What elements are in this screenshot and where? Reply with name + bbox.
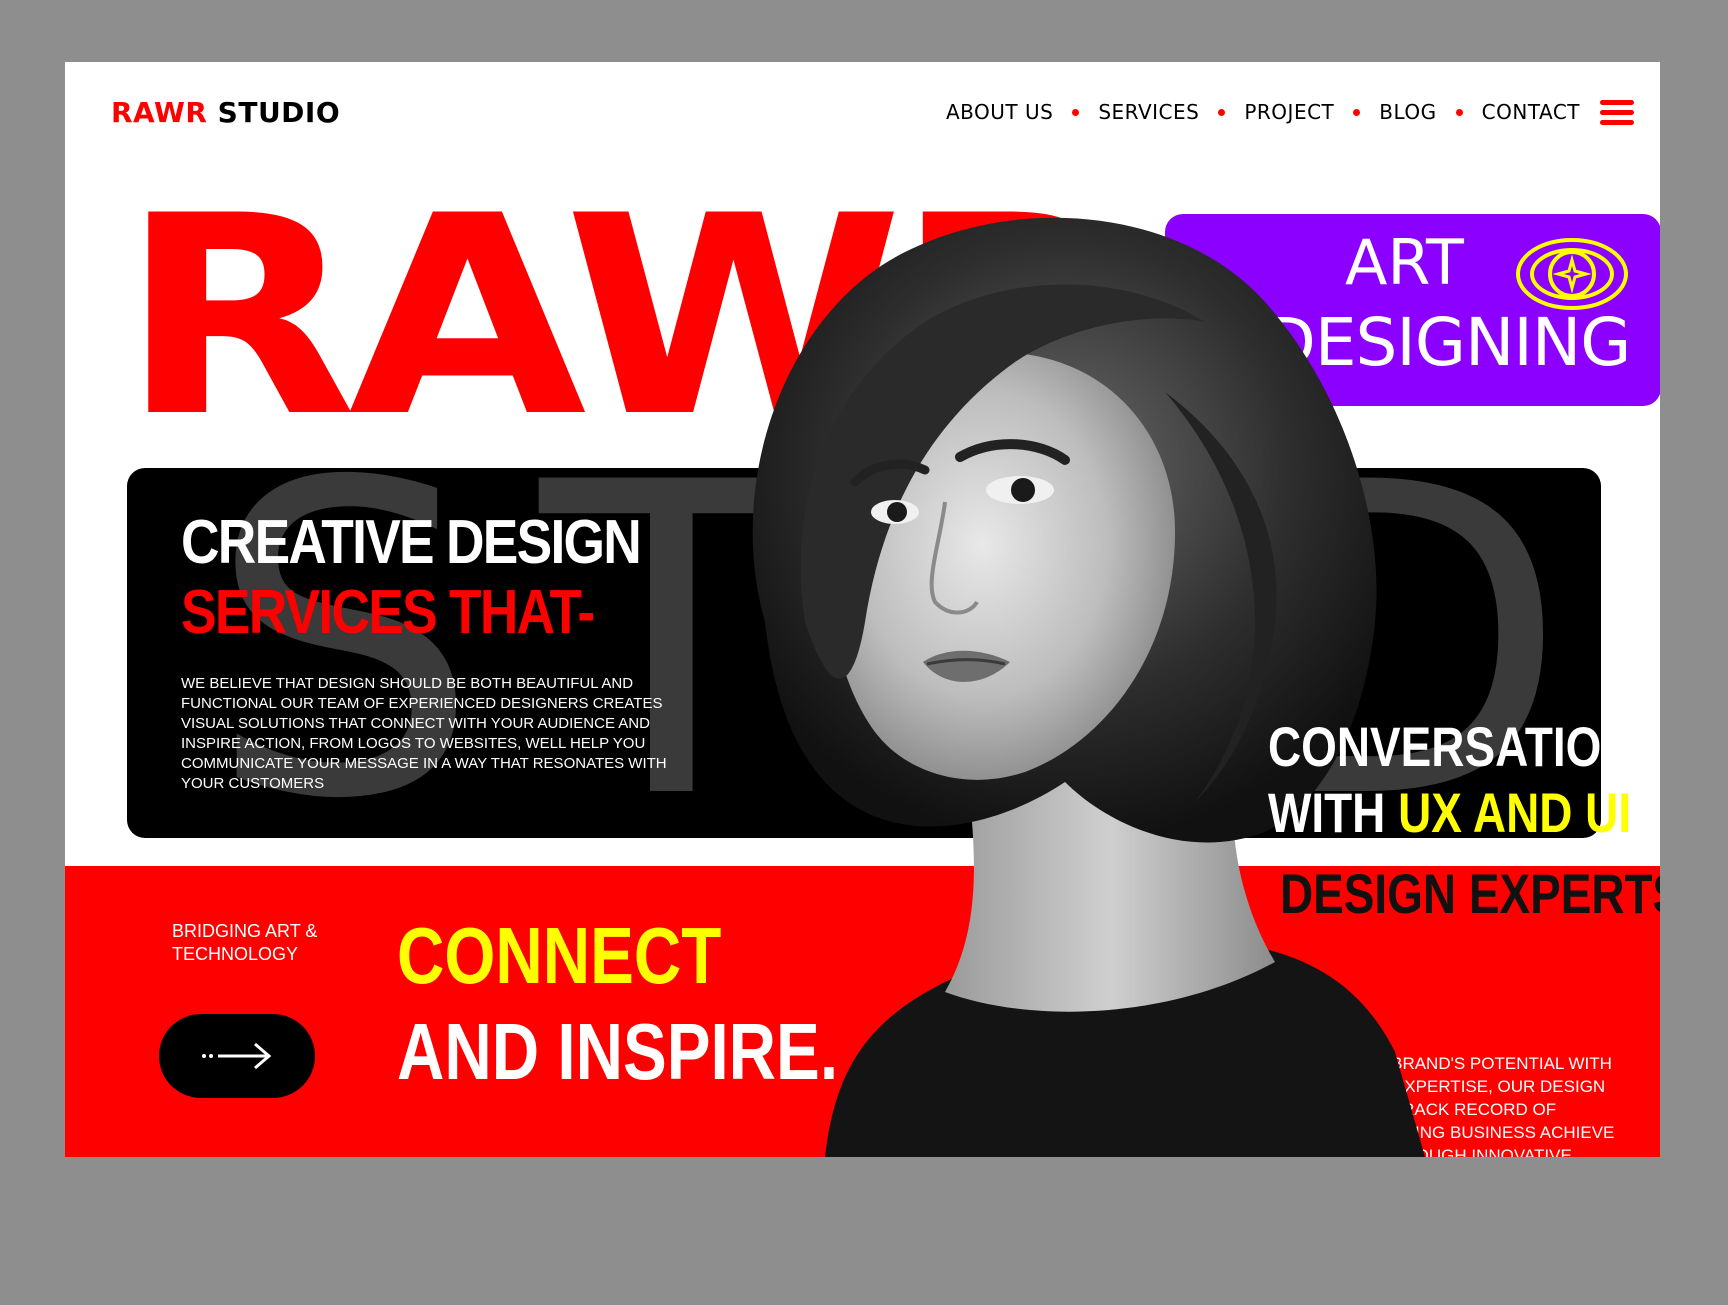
art-box-line2: DESIGNING (1265, 304, 1631, 381)
conversations-headline: CONVERSATIONS WITH UX AND UI (1268, 714, 1660, 846)
logo-rawr: RAWR (111, 96, 208, 129)
headline-red: SERVICES THAT- (181, 578, 595, 647)
main-nav: ABOUT US SERVICES PROJECT BLOG CONTACT (946, 100, 1580, 124)
conversations-line1: CONVERSATIONS (1268, 715, 1660, 778)
eye-star-icon (1516, 238, 1628, 310)
services-description: WE BELIEVE THAT DESIGN SHOULD BE BOTH BE… (181, 675, 667, 792)
conversations-line2: WITH UX AND UI (1268, 780, 1660, 846)
conversations-line2-yellow: UX AND UI (1398, 781, 1632, 844)
nav-services[interactable]: SERVICES (1098, 100, 1199, 124)
art-box-line1: ART (1345, 226, 1464, 299)
logo-studio: STUDIO (217, 96, 341, 129)
cta-arrow-button[interactable] (159, 1014, 315, 1098)
conversations-line2-white: WITH (1268, 781, 1399, 844)
nav-about-us[interactable]: ABOUT US (946, 100, 1053, 124)
connect-word: CONNECT (397, 911, 722, 1000)
headline-white: CREATIVE DESIGN (181, 508, 642, 577)
hero-rawr-wordmark: RAWR (120, 157, 1132, 477)
connect-headline: CONNECT AND INSPIRE. (397, 908, 838, 1100)
nav-project[interactable]: PROJECT (1244, 100, 1334, 124)
brand-logo[interactable]: RAWR STUDIO (111, 96, 340, 129)
bridging-tagline: BRIDGING ART & TECHNOLOGY (172, 921, 318, 964)
hamburger-menu-icon[interactable] (1600, 100, 1634, 126)
inspire-line: AND INSPIRE. (397, 1007, 839, 1096)
nav-separator-dot (1353, 108, 1361, 116)
design-experts-line: DESIGN EXPERTS (1280, 862, 1660, 925)
nav-separator-dot (1218, 108, 1226, 116)
nav-contact[interactable]: CONTACT (1482, 100, 1580, 124)
unlock-description: UNLOCK YOUR BRAND'S POTENTIAL WITH OUR C… (1262, 1054, 1615, 1157)
arrow-right-icon (202, 1042, 272, 1070)
nav-separator-dot (1455, 108, 1463, 116)
nav-separator-dot (1072, 108, 1080, 116)
art-designing-card: ART DESIGNING (1165, 214, 1660, 406)
landing-page: RAWR STUDIO ABOUT US SERVICES PROJECT BL… (65, 62, 1660, 1157)
nav-blog[interactable]: BLOG (1379, 100, 1436, 124)
services-headline: CREATIVE DESIGN SERVICES THAT- (181, 508, 642, 648)
